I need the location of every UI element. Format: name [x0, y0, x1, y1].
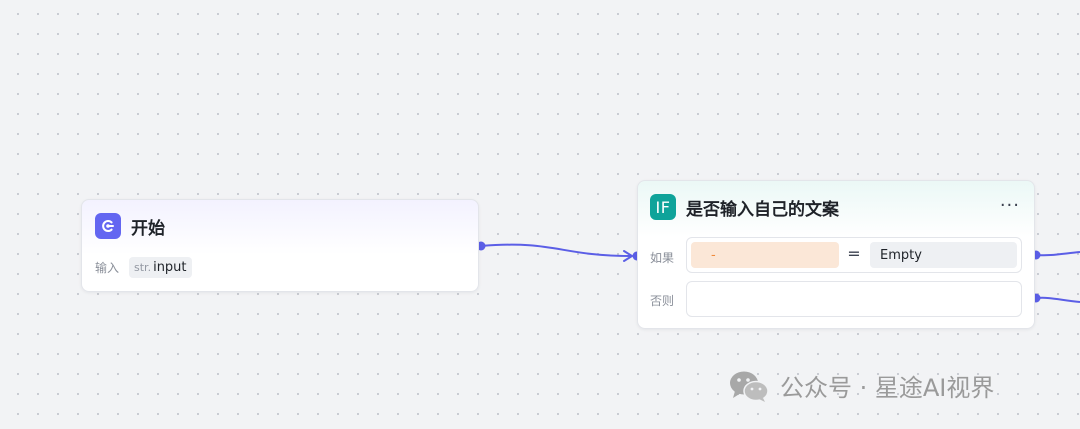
start-input-row: 输入 str. input	[95, 257, 192, 278]
input-variable-tag[interactable]: str. input	[129, 257, 192, 278]
edge-if-true-out	[1036, 251, 1080, 257]
input-label: 输入	[95, 261, 120, 275]
more-options-icon[interactable]: ···	[1000, 195, 1020, 216]
if-condition-icon: IF	[650, 194, 676, 220]
condition-right-operand[interactable]: Empty	[870, 242, 1017, 268]
start-node[interactable]: 开始 输入 str. input	[81, 199, 479, 292]
edge-if-false-out	[1036, 296, 1080, 303]
variable-type: str.	[134, 261, 152, 274]
condition-left-operand[interactable]: -	[691, 242, 839, 268]
if-node[interactable]: IF 是否输入自己的文案 ··· 如果 - = Empty 否则	[637, 180, 1035, 329]
edge-start-to-if	[480, 243, 632, 257]
condition-operator[interactable]: =	[847, 244, 861, 263]
start-node-title: 开始	[131, 218, 165, 239]
if-branch-label: 如果	[650, 251, 675, 265]
else-branch-box[interactable]	[686, 281, 1022, 317]
if-node-title: 是否输入自己的文案	[686, 199, 839, 220]
else-branch-label: 否则	[650, 294, 675, 308]
watermark: 公众号 · 星途AI视界	[728, 368, 994, 403]
if-node-header: IF 是否输入自己的文案	[650, 194, 839, 220]
watermark-text: 公众号 · 星途AI视界	[780, 374, 995, 402]
start-node-header: 开始	[95, 213, 165, 239]
if-condition-box[interactable]: - = Empty	[686, 237, 1022, 273]
variable-name: input	[153, 260, 187, 275]
start-play-icon	[95, 213, 121, 239]
wechat-icon	[730, 371, 769, 402]
